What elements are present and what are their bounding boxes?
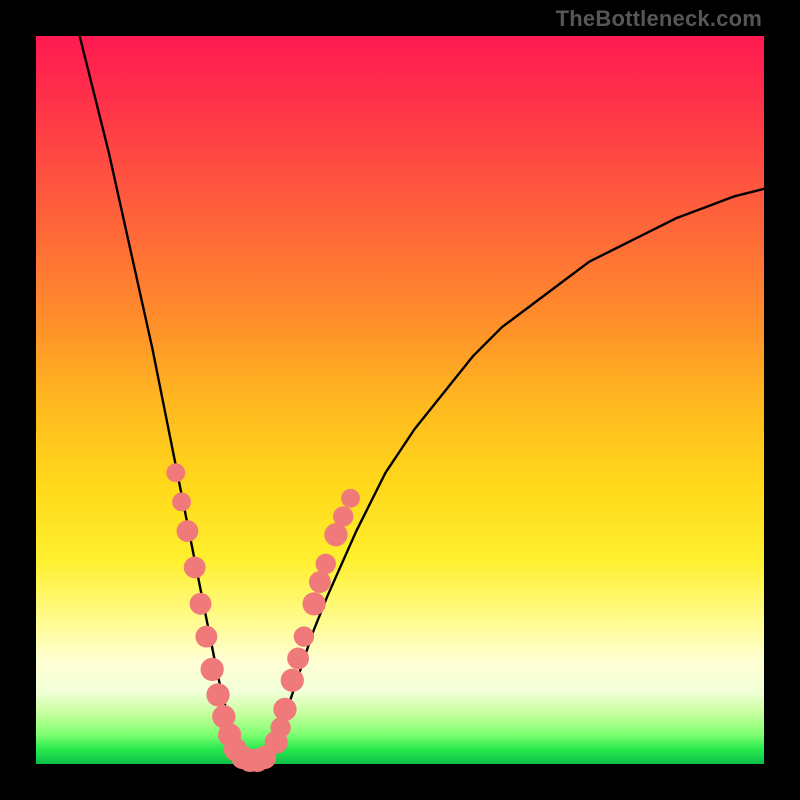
chart-frame: TheBottleneck.com: [0, 0, 800, 800]
marker-dot: [184, 557, 206, 579]
marker-group: [166, 463, 360, 772]
marker-dot: [195, 626, 217, 648]
marker-dot: [273, 698, 296, 721]
marker-dot: [166, 463, 185, 482]
marker-dot: [302, 592, 325, 615]
marker-dot: [206, 683, 229, 706]
watermark-label: TheBottleneck.com: [556, 6, 762, 32]
marker-dot: [309, 571, 331, 593]
marker-dot: [177, 520, 199, 542]
marker-dot: [316, 554, 336, 574]
marker-dot: [201, 658, 224, 681]
marker-dot: [172, 492, 191, 511]
plot-area: [36, 36, 764, 764]
bottleneck-curve: [80, 36, 764, 761]
marker-dot: [341, 489, 360, 508]
marker-dot: [190, 593, 212, 615]
marker-dot: [287, 648, 309, 670]
marker-dot: [294, 626, 314, 646]
marker-dot: [333, 506, 353, 526]
curve-layer: [36, 36, 764, 764]
marker-dot: [281, 669, 304, 692]
